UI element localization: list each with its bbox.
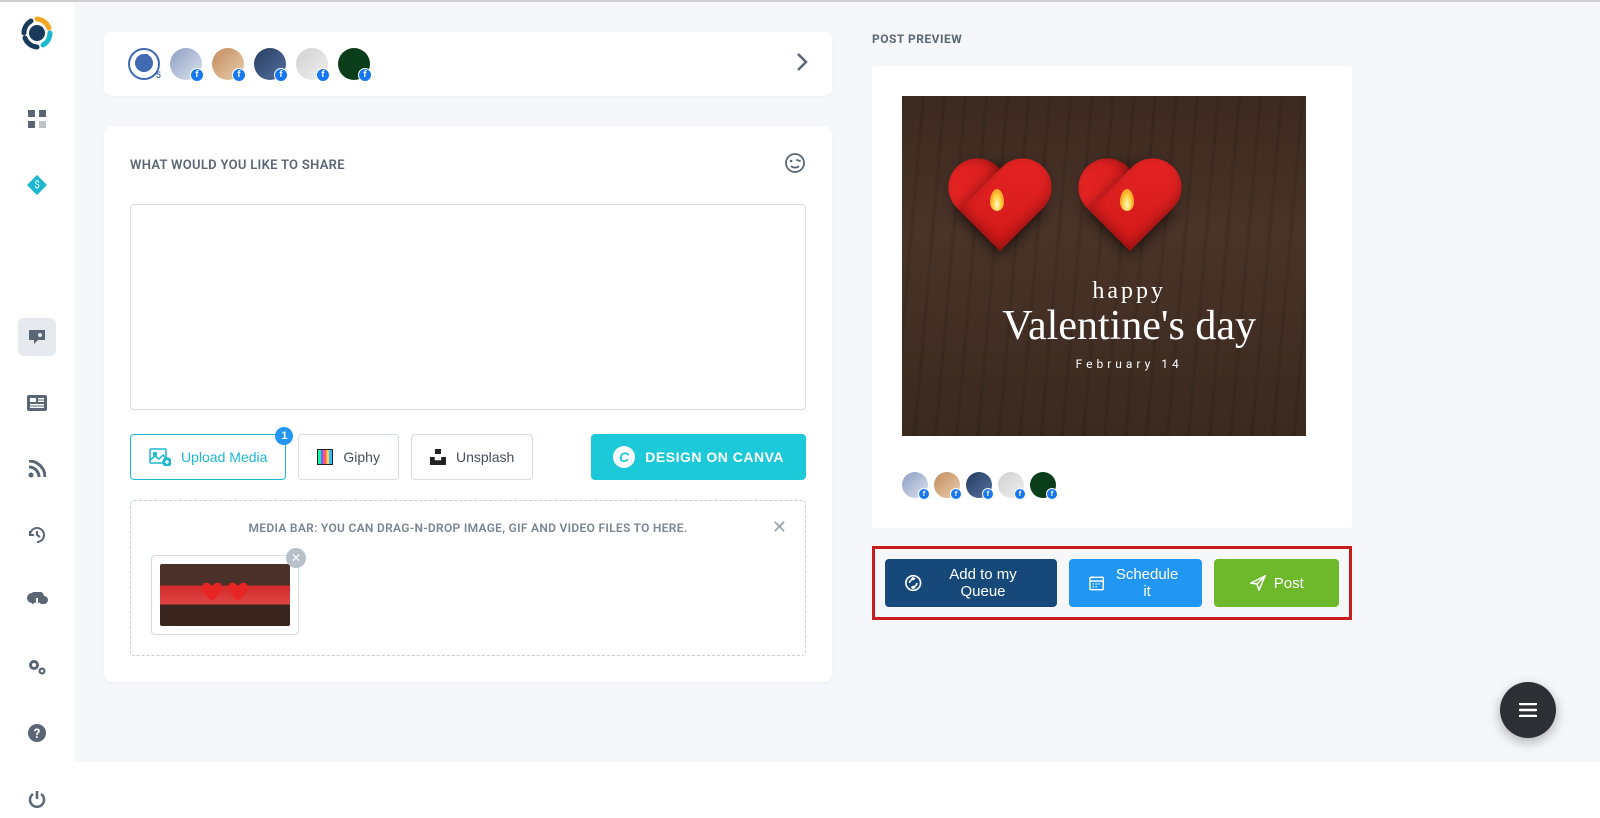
sidebar-billing[interactable]: $ <box>18 166 56 204</box>
profiles-expand-icon[interactable] <box>796 52 808 76</box>
composer-card: WHAT WOULD YOU LIKE TO SHARE Upload Medi… <box>104 126 832 682</box>
emoji-picker-button[interactable] <box>784 152 806 178</box>
sidebar-settings[interactable] <box>18 648 56 686</box>
profile-avatar-4[interactable]: f <box>296 48 328 80</box>
composer-textarea[interactable] <box>130 204 806 410</box>
sidebar-articles[interactable] <box>18 384 56 422</box>
post-preview-card: happy Valentine's day February 14 f f f … <box>872 66 1352 528</box>
preview-text-line3: February 14 <box>1002 357 1256 371</box>
sidebar-download[interactable] <box>18 582 56 620</box>
sidebar-compose[interactable] <box>18 318 56 356</box>
post-preview-title: POST PREVIEW <box>872 32 1352 46</box>
post-preview-image: happy Valentine's day February 14 <box>902 96 1306 436</box>
preview-text-line1: happy <box>1002 278 1256 305</box>
profile-avatar-2[interactable]: f <box>212 48 244 80</box>
giphy-button[interactable]: Giphy <box>298 434 399 480</box>
sidebar-dashboard[interactable] <box>18 100 56 138</box>
giphy-label: Giphy <box>343 449 380 465</box>
media-bar[interactable]: MEDIA BAR: YOU CAN DRAG-N-DROP IMAGE, GI… <box>130 500 806 656</box>
canva-label: DESIGN ON CANVA <box>645 449 784 465</box>
fab-menu-button[interactable] <box>1500 682 1556 738</box>
unsplash-label: Unsplash <box>456 449 514 465</box>
schedule-button[interactable]: Schedule it <box>1069 559 1203 607</box>
preview-text-line2: Valentine's day <box>1002 305 1256 347</box>
media-thumbnail[interactable]: ✕ <box>151 555 299 635</box>
media-bar-close-icon[interactable]: ✕ <box>772 517 787 538</box>
profiles-selector: 5 f f f f f <box>104 32 832 96</box>
upload-media-button[interactable]: Upload Media 1 <box>130 434 286 480</box>
post-label: Post <box>1274 575 1304 592</box>
profile-avatar-5[interactable]: f <box>338 48 370 80</box>
giphy-icon <box>317 449 333 465</box>
profile-counter-value: 5 <box>156 71 161 81</box>
preview-profiles: f f f f f <box>902 472 1322 498</box>
upload-badge: 1 <box>275 427 293 445</box>
unsplash-button[interactable]: Unsplash <box>411 434 533 480</box>
profile-avatar-1[interactable]: f <box>170 48 202 80</box>
preview-avatar-3[interactable]: f <box>966 472 992 498</box>
media-bar-text: MEDIA BAR: YOU CAN DRAG-N-DROP IMAGE, GI… <box>151 521 785 535</box>
profile-counter[interactable]: 5 <box>128 48 160 80</box>
unsplash-icon <box>430 449 446 465</box>
preview-avatar-5[interactable]: f <box>1030 472 1056 498</box>
app-logo[interactable] <box>20 16 54 50</box>
profile-avatar-3[interactable]: f <box>254 48 286 80</box>
add-to-queue-button[interactable]: Add to my Queue <box>885 559 1057 607</box>
sidebar-history[interactable] <box>18 516 56 554</box>
canva-icon: C <box>613 446 635 468</box>
preview-avatar-4[interactable]: f <box>998 472 1024 498</box>
schedule-label: Schedule it <box>1112 566 1183 600</box>
svg-text:?: ? <box>34 727 40 742</box>
svg-text:$: $ <box>34 178 40 191</box>
design-on-canva-button[interactable]: C DESIGN ON CANVA <box>591 434 806 480</box>
sidebar-feed[interactable] <box>18 450 56 488</box>
composer-title: WHAT WOULD YOU LIKE TO SHARE <box>130 158 345 173</box>
post-button[interactable]: Post <box>1214 559 1339 607</box>
sidebar-power[interactable] <box>18 780 56 818</box>
media-thumb-remove-icon[interactable]: ✕ <box>286 548 306 568</box>
upload-media-label: Upload Media <box>181 449 267 465</box>
preview-avatar-1[interactable]: f <box>902 472 928 498</box>
action-panel: Add to my Queue Schedule it Post <box>872 546 1352 620</box>
sidebar: $ ? <box>0 2 74 762</box>
queue-label: Add to my Queue <box>930 566 1037 600</box>
sidebar-help[interactable]: ? <box>18 714 56 752</box>
preview-avatar-2[interactable]: f <box>934 472 960 498</box>
